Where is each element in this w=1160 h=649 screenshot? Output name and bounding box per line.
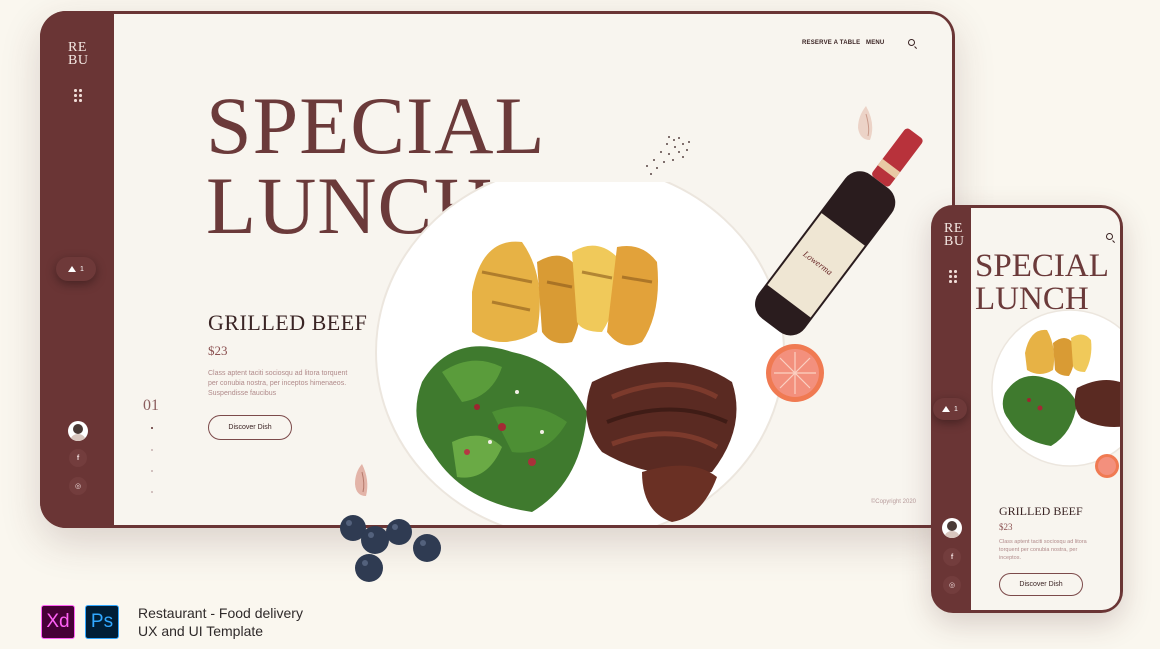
adobe-xd-icon: Xd [41, 605, 75, 639]
slide-indicator-4[interactable] [151, 491, 153, 493]
desktop-mockup: RE BU 1 f ◎ RESERVE A TABLE MENU SPECIAL… [40, 11, 955, 528]
cart-count: 1 [80, 265, 84, 273]
mobile-dish-title: GRILLED BEEF [999, 504, 1083, 518]
mobile-avatar[interactable] [942, 518, 962, 538]
discover-dish-button[interactable]: Discover Dish [208, 415, 292, 440]
mobile-dish-description: Class aptent taciti sociosqu ad litora t… [999, 539, 1087, 561]
desktop-sidebar: RE BU 1 f ◎ [40, 11, 114, 528]
mobile-search-icon[interactable] [1106, 233, 1113, 240]
mobile-brand-logo[interactable]: RE BU [944, 222, 965, 249]
mobile-dish-price: $23 [999, 522, 1013, 532]
grapefruit-image [766, 344, 824, 402]
mobile-cart-count: 1 [954, 405, 958, 413]
dish-description: Class aptent taciti sociosqu ad litora t… [208, 370, 348, 397]
mobile-food-plate-image [991, 309, 1120, 478]
mobile-instagram-icon[interactable]: ◎ [943, 576, 961, 594]
instagram-icon[interactable]: ◎ [69, 477, 87, 495]
nav-menu[interactable]: MENU [866, 40, 884, 46]
dish-title: GRILLED BEEF [208, 310, 368, 335]
mobile-logo-line-2: BU [944, 234, 965, 249]
slide-indicator-1[interactable] [151, 427, 153, 429]
mobile-screen: SPECIAL LUNCH GRILLED BEEF $23 Class apt… [971, 208, 1120, 610]
search-icon[interactable] [908, 39, 915, 46]
mobile-menu-dots-icon[interactable] [949, 270, 959, 284]
mobile-mockup: RE BU 1 f ◎ SPECIAL LUNCH GRILLED BEEF $… [931, 205, 1123, 613]
food-plate-image [375, 182, 785, 525]
mobile-hero-line-1: SPECIAL [975, 248, 1109, 284]
desktop-screen: RESERVE A TABLE MENU SPECIAL LUNCH Lower… [114, 14, 952, 525]
photoshop-icon: Ps [85, 605, 119, 639]
slide-number: 01 [143, 397, 159, 414]
template-caption: Restaurant - Food delivery UX and UI Tem… [138, 604, 303, 640]
wine-bottle-image: Lowerma [755, 128, 923, 336]
blueberries-image [340, 515, 441, 582]
copyright: ©Copyright 2020 [870, 499, 916, 505]
mobile-cart-button[interactable]: 1 [933, 398, 967, 420]
slide-indicator-3[interactable] [151, 470, 153, 472]
logo-line-2: BU [68, 53, 89, 68]
mobile-hero-title: SPECIAL LUNCH [975, 250, 1109, 316]
caption-line-2: UX and UI Template [138, 623, 264, 639]
garlic-clove-image-2 [355, 464, 368, 496]
mobile-facebook-icon[interactable]: f [943, 548, 961, 566]
hero-line-1: SPECIAL [206, 80, 546, 171]
slide-indicator-2[interactable] [151, 449, 153, 451]
pepper-decoration [646, 136, 690, 175]
mobile-cart-icon [942, 406, 951, 412]
dish-price: $23 [208, 343, 228, 358]
menu-dots-icon[interactable] [74, 89, 84, 103]
avatar[interactable] [68, 421, 88, 441]
garlic-clove-image [858, 106, 873, 140]
cart-button[interactable]: 1 [56, 257, 96, 281]
nav-reserve-table[interactable]: RESERVE A TABLE [802, 40, 860, 46]
cart-icon [68, 266, 77, 272]
brand-logo[interactable]: RE BU [68, 41, 89, 68]
facebook-icon[interactable]: f [69, 449, 87, 467]
mobile-discover-dish-button[interactable]: Discover Dish [999, 573, 1083, 596]
caption-line-1: Restaurant - Food delivery [138, 605, 303, 621]
